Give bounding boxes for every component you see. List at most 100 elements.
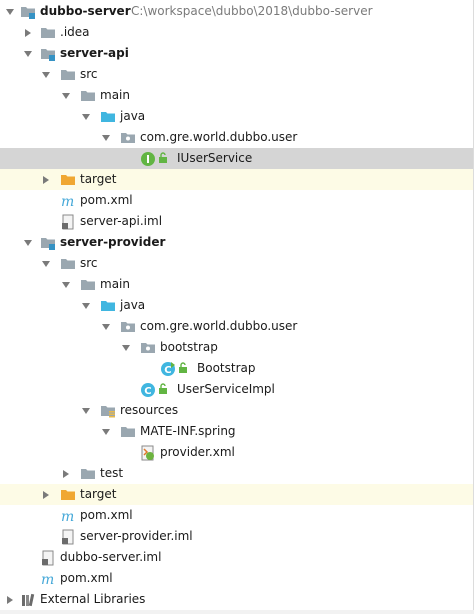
tree-label-idea: .idea [60, 25, 90, 39]
tree-row-provider-src[interactable]: src [0, 253, 473, 274]
tree-label-provider-iml: server-provider.iml [80, 529, 193, 543]
tree-label-provider-pom: pom.xml [80, 508, 133, 522]
chevron-down-icon[interactable] [22, 48, 34, 60]
chevron-down-icon[interactable] [40, 258, 52, 270]
chevron-down-icon[interactable] [80, 405, 92, 417]
folder-icon [61, 70, 75, 80]
package-icon [141, 343, 155, 353]
tree-row-bootstrap-class[interactable]: C Bootstrap [0, 358, 473, 379]
chevron-down-icon[interactable] [60, 90, 72, 102]
source-folder-icon [101, 112, 115, 122]
libraries-icon [22, 593, 35, 607]
tree-row-dubbo-server[interactable]: dubbo-server C:\workspace\dubbo\2018\dub… [0, 1, 473, 22]
chevron-down-icon[interactable] [4, 6, 16, 18]
tree-row-api-package[interactable]: com.gre.world.dubbo.user [0, 127, 473, 148]
package-icon [121, 133, 135, 143]
horizontal-scrollbar[interactable] [0, 610, 474, 614]
tree-row-test[interactable]: test [0, 463, 473, 484]
tree-row-bootstrap-package[interactable]: bootstrap [0, 337, 473, 358]
tree-label-api-package: com.gre.world.dubbo.user [140, 130, 298, 144]
chevron-down-icon[interactable] [100, 321, 112, 333]
svg-text:C: C [164, 365, 171, 376]
tree-label-api-pom: pom.xml [80, 193, 133, 207]
tree-row-provider-main[interactable]: main [0, 274, 473, 295]
chevron-down-icon[interactable] [100, 426, 112, 438]
tree-label-provider-package: com.gre.world.dubbo.user [140, 319, 298, 333]
tree-row-mate-inf[interactable]: MATE-INF.spring [0, 421, 473, 442]
chevron-down-icon[interactable] [100, 132, 112, 144]
svg-text:C: C [144, 386, 151, 397]
tree-row-api-src[interactable]: src [0, 64, 473, 85]
tree-row-provider-package[interactable]: com.gre.world.dubbo.user [0, 316, 473, 337]
tree-label-provider-main: main [100, 277, 130, 291]
class-icon: C [141, 383, 155, 397]
chevron-down-icon[interactable] [120, 342, 132, 354]
tree-row-provider-target[interactable]: target [0, 484, 473, 505]
tree-label-test: test [100, 466, 124, 480]
chevron-down-icon[interactable] [60, 279, 72, 291]
chevron-down-icon[interactable] [22, 237, 34, 249]
tree-row-provider-iml[interactable]: server-provider.iml [0, 526, 473, 547]
tree-row-iuserservice[interactable]: IUserService [0, 148, 473, 169]
svg-text:m: m [61, 194, 74, 209]
tree-label-api-target: target [80, 172, 117, 186]
tree-label-root-iml: dubbo-server.iml [60, 550, 162, 564]
chevron-down-icon[interactable] [80, 111, 92, 123]
tree-row-api-target[interactable]: target [0, 169, 473, 190]
chevron-right-icon[interactable] [22, 27, 34, 39]
tree-label-iuserservice: IUserService [177, 151, 253, 165]
tree-label-api-src: src [80, 67, 98, 81]
tree-label-provider-xml: provider.xml [160, 445, 235, 459]
tree-row-provider-java[interactable]: java [0, 295, 473, 316]
class-icon: C [161, 362, 175, 376]
maven-pom-icon: m [61, 194, 74, 209]
source-folder-icon [101, 301, 115, 311]
folder-icon [81, 280, 95, 290]
iml-file-icon [62, 214, 74, 230]
lock-icon [159, 383, 167, 394]
maven-pom-icon: m [41, 572, 54, 587]
tree-row-api-iml[interactable]: server-api.iml [0, 211, 473, 232]
tree-label-bootstrap-package: bootstrap [160, 340, 218, 354]
tree-label-server-provider: server-provider [60, 235, 166, 249]
tree-row-userserviceimpl[interactable]: C UserServiceImpl [0, 379, 473, 400]
chevron-right-icon[interactable] [40, 489, 52, 501]
lock-icon [179, 362, 187, 373]
chevron-right-icon[interactable] [4, 594, 16, 606]
chevron-right-icon[interactable] [60, 468, 72, 480]
project-tree: dubbo-server C:\workspace\dubbo\2018\dub… [0, 0, 474, 614]
tree-row-resources[interactable]: resources [0, 400, 473, 421]
tree-row-api-main[interactable]: main [0, 85, 473, 106]
tree-row-idea[interactable]: .idea [0, 22, 473, 43]
interface-icon [141, 152, 155, 166]
lock-icon [159, 152, 167, 163]
resources-folder-icon [101, 406, 115, 418]
tree-row-provider-xml[interactable]: provider.xml [0, 442, 473, 463]
tree-label-provider-src: src [80, 256, 98, 270]
tree-row-root-pom[interactable]: m pom.xml [0, 568, 473, 589]
tree-label-api-java: java [120, 109, 146, 123]
tree-label-api-main: main [100, 88, 130, 102]
tree-row-provider-pom[interactable]: m pom.xml [0, 505, 473, 526]
tree-label-bootstrap-class: Bootstrap [197, 361, 256, 375]
iml-file-icon [62, 529, 74, 545]
tree-label-resources: resources [120, 403, 179, 417]
target-folder-icon [61, 490, 75, 500]
spring-xml-icon [141, 445, 154, 461]
tree-row-root-iml[interactable]: dubbo-server.iml [0, 547, 473, 568]
tree-row-api-java[interactable]: java [0, 106, 473, 127]
tree-row-server-api[interactable]: server-api [0, 43, 473, 64]
folder-icon [121, 427, 135, 437]
tree-row-api-pom[interactable]: m pom.xml [0, 190, 473, 211]
chevron-right-icon[interactable] [40, 174, 52, 186]
chevron-down-icon[interactable] [40, 69, 52, 81]
tree-row-external-libraries[interactable]: External Libraries [0, 589, 473, 610]
folder-icon [81, 469, 95, 479]
module-folder-icon [41, 49, 55, 61]
tree-label-provider-target: target [80, 487, 117, 501]
tree-label-api-iml: server-api.iml [80, 214, 163, 228]
folder-icon [41, 28, 55, 38]
tree-row-server-provider[interactable]: server-provider [0, 232, 473, 253]
chevron-down-icon[interactable] [80, 300, 92, 312]
tree-label-external-libraries: External Libraries [40, 592, 146, 606]
